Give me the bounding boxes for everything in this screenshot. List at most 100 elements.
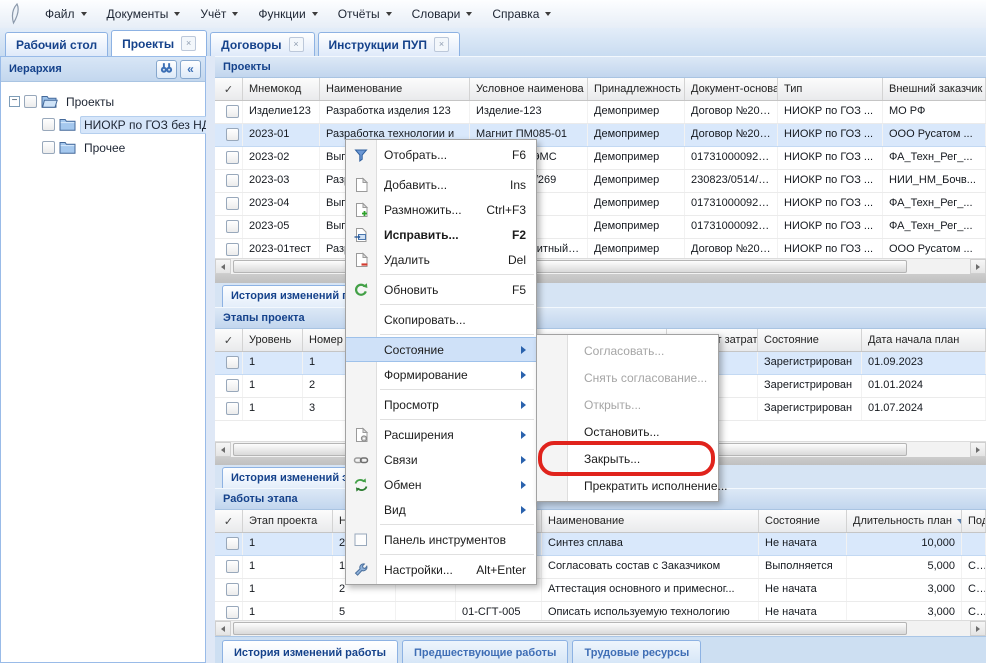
table-row[interactable]: 1501-СГТ-005Описать используемую техноло… <box>215 602 986 620</box>
row-checkbox[interactable] <box>226 105 239 118</box>
menu-item[interactable]: Панель инструментов <box>346 527 536 552</box>
scroll-right-button[interactable] <box>970 621 986 636</box>
table-row[interactable]: 2023-01тестРазработка технологии иНовый … <box>215 239 986 258</box>
menu-item[interactable]: Скопировать... <box>346 307 536 332</box>
table-row[interactable]: 2023-05Выполнение СЧ НИОКРДемопример0173… <box>215 216 986 239</box>
column-header[interactable]: Уровень <box>243 329 303 351</box>
menu-item[interactable]: Остановить... <box>537 418 718 445</box>
close-icon[interactable]: × <box>289 37 304 52</box>
menu-item[interactable]: Настройки...Alt+Enter <box>346 557 536 582</box>
row-checkbox[interactable] <box>226 356 239 369</box>
row-checkbox[interactable] <box>226 379 239 392</box>
menu-item[interactable]: Прекратить исполнение... <box>537 472 718 499</box>
menu-dictionaries[interactable]: Словари <box>402 3 483 25</box>
column-header[interactable]: Наименование <box>542 510 759 532</box>
find-button[interactable] <box>156 60 177 79</box>
menu-item[interactable]: Исправить...F2 <box>346 222 536 247</box>
row-checkbox[interactable] <box>226 197 239 210</box>
scrollbar-track[interactable] <box>231 259 970 274</box>
menu-item[interactable]: УдалитьDel <box>346 247 536 272</box>
menu-documents[interactable]: Документы <box>97 3 191 25</box>
column-header[interactable]: Внешний заказчик <box>883 78 986 100</box>
close-icon[interactable]: × <box>434 37 449 52</box>
column-header[interactable]: Состояние <box>758 329 862 351</box>
row-checkbox[interactable] <box>226 243 239 256</box>
tree-expand-icon[interactable]: − <box>9 96 20 107</box>
column-header[interactable]: Этап проекта <box>243 510 333 532</box>
tab[interactable]: История изменений работы <box>222 640 398 663</box>
row-checkbox[interactable] <box>226 537 239 550</box>
menu-reports[interactable]: Отчёты <box>328 3 402 25</box>
tree-node[interactable]: НИОКР по ГОЗ без НДС <box>5 113 201 136</box>
tab[interactable]: Трудовые ресурсы <box>572 640 701 663</box>
menu-item[interactable]: Добавить...Ins <box>346 172 536 197</box>
tab[interactable]: Инструкции ПУП× <box>318 32 460 56</box>
vertical-splitter[interactable] <box>206 56 215 663</box>
menu-functions[interactable]: Функции <box>248 3 327 25</box>
row-checkbox[interactable] <box>226 560 239 573</box>
menu-item[interactable]: ОбновитьF5 <box>346 277 536 302</box>
menu-item[interactable]: Формирование <box>346 362 536 387</box>
menu-item[interactable]: Обмен <box>346 472 536 497</box>
tree-checkbox[interactable] <box>42 141 55 154</box>
column-header[interactable]: Подразделение <box>962 510 986 532</box>
column-header[interactable]: Мнемокод <box>243 78 320 100</box>
scroll-right-button[interactable] <box>970 442 986 457</box>
menu-help[interactable]: Справка <box>482 3 561 25</box>
table-row[interactable]: 11Согласовать состав с ЗаказчикомВыполня… <box>215 556 986 579</box>
table-row[interactable]: 12Аттестация основного и примесног...Не … <box>215 579 986 602</box>
scrollbar-track[interactable] <box>231 621 970 636</box>
tree-node[interactable]: −Проекты <box>5 90 201 113</box>
tree-checkbox[interactable] <box>42 118 55 131</box>
horizontal-splitter[interactable] <box>215 274 986 283</box>
scrollbar-thumb[interactable] <box>233 260 907 273</box>
tree-node[interactable]: Прочее <box>5 136 201 159</box>
menu-item[interactable]: Закрыть... <box>537 445 718 472</box>
column-header[interactable]: ✓ <box>215 510 243 532</box>
tab[interactable]: Договоры× <box>210 32 314 56</box>
tab[interactable]: Проекты× <box>111 30 207 56</box>
row-checkbox[interactable] <box>226 151 239 164</box>
column-header[interactable]: Длительность план <box>847 510 962 532</box>
menu-item[interactable]: Расширения <box>346 422 536 447</box>
row-checkbox[interactable] <box>226 606 239 619</box>
column-header[interactable]: Условное наименова <box>470 78 588 100</box>
menu-item[interactable]: Вид <box>346 497 536 522</box>
table-row[interactable]: 2023-03Разработка изделияИзделие 23/269Д… <box>215 170 986 193</box>
scroll-left-button[interactable] <box>215 259 231 274</box>
menu-item[interactable]: Отобрать...F6 <box>346 142 536 167</box>
menu-file[interactable]: Файл <box>35 3 97 25</box>
column-header[interactable]: Документ-основан <box>685 78 778 100</box>
scroll-left-button[interactable] <box>215 442 231 457</box>
tab[interactable]: Предшествующие работы <box>402 640 568 663</box>
scroll-left-button[interactable] <box>215 621 231 636</box>
row-checkbox[interactable] <box>226 220 239 233</box>
tree-checkbox[interactable] <box>24 95 37 108</box>
table-row[interactable]: 2023-01Разработка технологии иМагнит ПМ0… <box>215 124 986 147</box>
tab[interactable]: Рабочий стол <box>5 32 108 56</box>
row-checkbox[interactable] <box>226 174 239 187</box>
menu-item[interactable]: Состояние <box>346 337 536 362</box>
collapse-panel-button[interactable]: « <box>180 60 201 79</box>
menu-item[interactable]: Просмотр <box>346 392 536 417</box>
column-header[interactable]: ✓ <box>215 78 243 100</box>
menu-item[interactable]: Связи <box>346 447 536 472</box>
column-header[interactable]: Состояние <box>759 510 847 532</box>
scrollbar-thumb[interactable] <box>233 622 907 635</box>
close-icon[interactable]: × <box>181 36 196 51</box>
table-row[interactable]: 2023-04Выполнение СЧ НИОКРДемопример0173… <box>215 193 986 216</box>
table-row[interactable]: 2023-02Выполнение СЧ НИОКРУстановка-ЭМСД… <box>215 147 986 170</box>
table-row[interactable]: 127Синтез сплаваНе начата10,000 <box>215 533 986 556</box>
column-header[interactable]: Принадлежность <box>588 78 685 100</box>
column-header[interactable]: Тип <box>778 78 883 100</box>
column-header[interactable]: Наименование <box>320 78 470 100</box>
column-header[interactable]: Дата начала план <box>862 329 986 351</box>
menu-item[interactable]: Размножить...Ctrl+F3 <box>346 197 536 222</box>
table-row[interactable]: Изделие123Разработка изделия 123Изделие-… <box>215 101 986 124</box>
column-header[interactable]: ✓ <box>215 329 243 351</box>
row-checkbox[interactable] <box>226 128 239 141</box>
menu-accounting[interactable]: Учёт <box>190 3 248 25</box>
row-checkbox[interactable] <box>226 402 239 415</box>
scroll-right-button[interactable] <box>970 259 986 274</box>
row-checkbox[interactable] <box>226 583 239 596</box>
